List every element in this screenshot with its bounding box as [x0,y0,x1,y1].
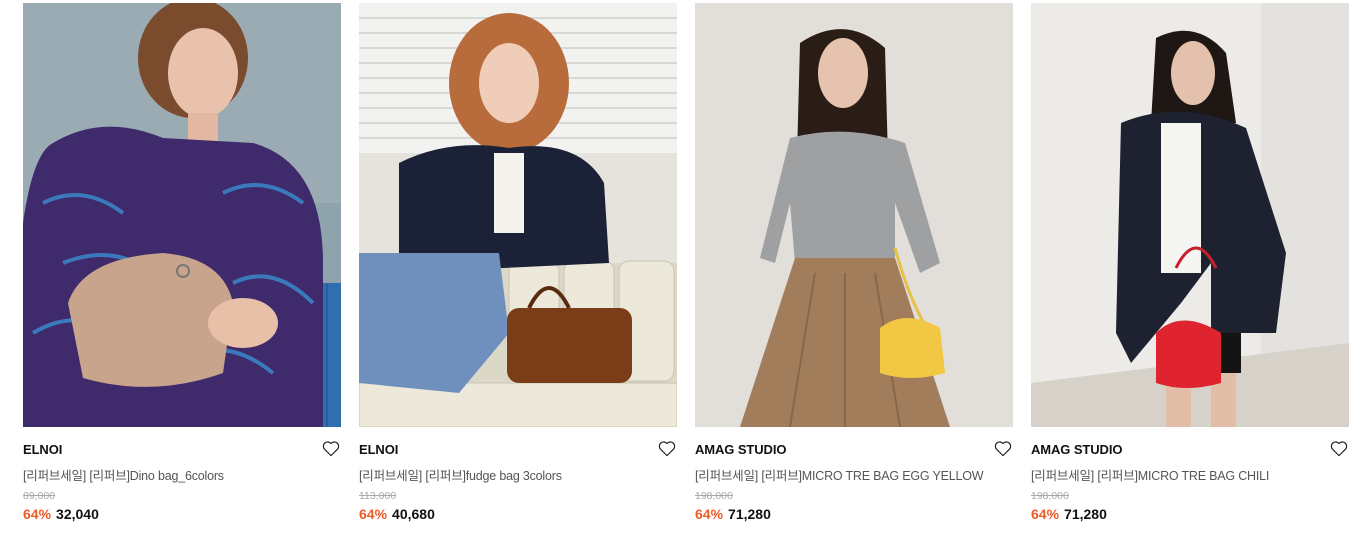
sale-price: 71,280 [728,506,771,522]
heart-outline-icon[interactable] [322,440,340,457]
product-image[interactable] [695,3,1013,427]
product-brand[interactable]: ELNOI [23,442,62,457]
product-image[interactable] [359,3,677,427]
product-image[interactable] [1031,3,1349,427]
sale-price: 71,280 [1064,506,1107,522]
product-brand[interactable]: AMAG STUDIO [695,442,786,457]
product-name[interactable]: [리퍼브세일] [리퍼브]fudge bag 3colors [359,465,562,484]
product-card[interactable]: ELNOI [리퍼브세일] [리퍼브]Dino bag_6colors 89,0… [23,3,341,531]
heart-outline-icon[interactable] [658,440,676,457]
product-card[interactable]: ELNOI [리퍼브세일] [리퍼브]fudge bag 3colors 113… [359,3,677,531]
product-name[interactable]: [리퍼브세일] [리퍼브]MICRO TRE BAG EGG YELLOW [695,465,984,484]
product-brand[interactable]: AMAG STUDIO [1031,442,1122,457]
discount-rate: 64% [23,506,52,522]
sale-price: 32,040 [56,506,99,522]
discount-rate: 64% [359,506,388,522]
discount-rate: 64% [1031,506,1060,522]
original-price: 89,000 [23,490,56,502]
product-name[interactable]: [리퍼브세일] [리퍼브]Dino bag_6colors [23,465,224,484]
original-price: 198,000 [695,490,733,502]
price-row: 64% 40,680 [359,506,435,522]
heart-outline-icon[interactable] [994,440,1012,457]
original-price: 113,000 [359,490,397,502]
discount-rate: 64% [695,506,724,522]
product-name[interactable]: [리퍼브세일] [리퍼브]MICRO TRE BAG CHILI [1031,465,1269,484]
original-price: 198,000 [1031,490,1069,502]
product-brand[interactable]: ELNOI [359,442,398,457]
product-card[interactable]: AMAG STUDIO [리퍼브세일] [리퍼브]MICRO TRE BAG C… [1031,3,1349,531]
price-row: 64% 71,280 [1031,506,1107,522]
sale-price: 40,680 [392,506,435,522]
price-row: 64% 32,040 [23,506,99,522]
product-image[interactable] [23,3,341,427]
price-row: 64% 71,280 [695,506,771,522]
product-card[interactable]: AMAG STUDIO [리퍼브세일] [리퍼브]MICRO TRE BAG E… [695,3,1013,531]
product-grid: ELNOI [리퍼브세일] [리퍼브]Dino bag_6colors 89,0… [23,3,1349,533]
heart-outline-icon[interactable] [1330,440,1348,457]
